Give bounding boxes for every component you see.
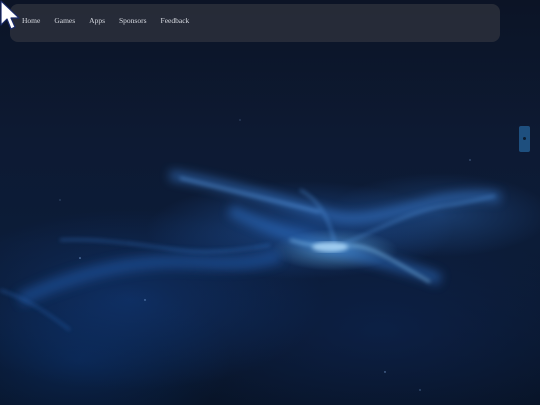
nav-menu: Home Games Apps Sponsors Feedback: [22, 10, 203, 28]
page-background: Home Games Apps Sponsors Feedback: [0, 0, 540, 405]
side-expand-icon: [523, 137, 526, 140]
side-expand-button[interactable]: [519, 126, 530, 152]
nebula-background-image: [0, 119, 502, 391]
nav-home-link[interactable]: Home: [22, 16, 40, 25]
nav-games-link[interactable]: Games: [54, 16, 75, 25]
mouse-pointer-icon: [0, 0, 20, 30]
top-navbar: Home Games Apps Sponsors Feedback: [10, 4, 500, 42]
nav-sponsors-link[interactable]: Sponsors: [119, 16, 147, 25]
nav-apps-link[interactable]: Apps: [89, 16, 105, 25]
nav-feedback-link[interactable]: Feedback: [161, 16, 190, 25]
